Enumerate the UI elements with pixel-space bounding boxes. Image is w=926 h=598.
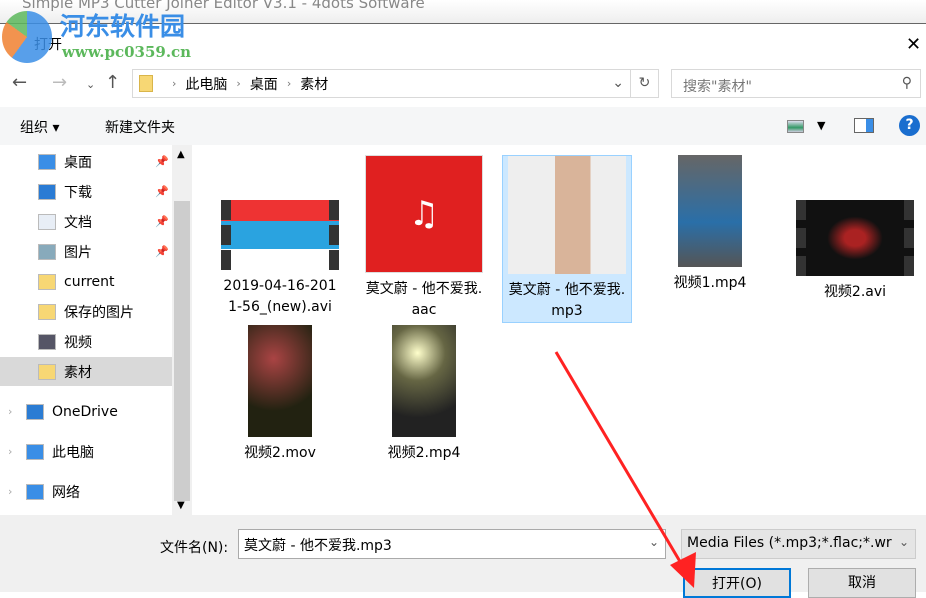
red-arrow-annotation: [554, 351, 696, 588]
